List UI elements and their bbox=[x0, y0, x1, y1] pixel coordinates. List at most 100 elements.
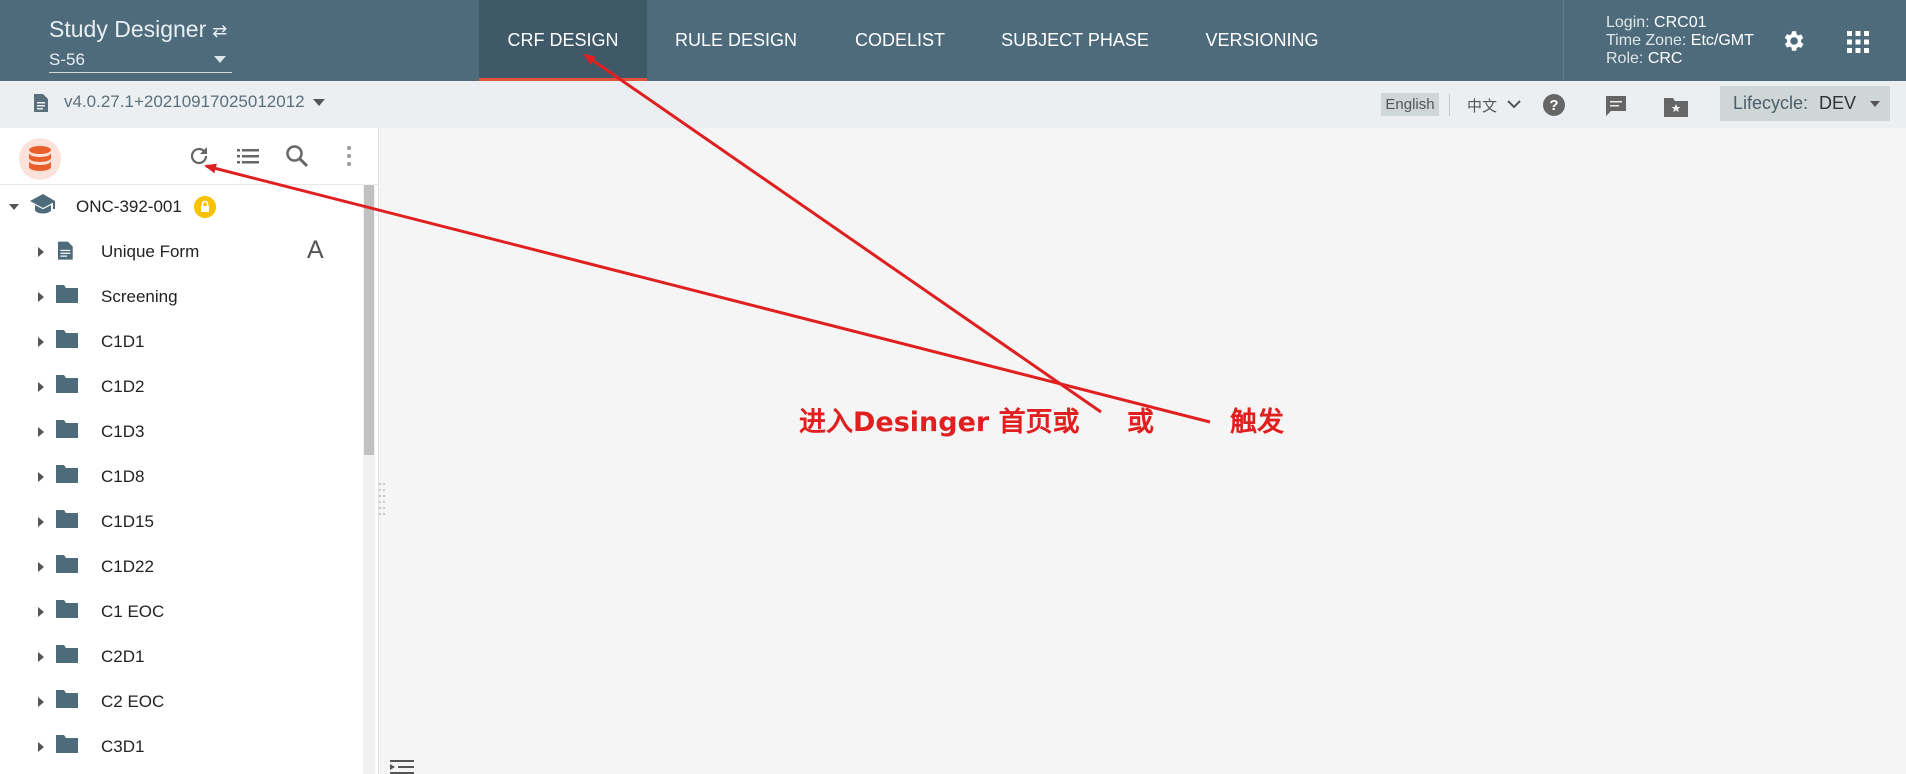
tree-item[interactable]: C1D2 bbox=[0, 365, 360, 410]
tree-item-label: C3D1 bbox=[101, 737, 145, 756]
caret-right-icon[interactable] bbox=[38, 427, 44, 437]
caret-right-icon[interactable] bbox=[38, 337, 44, 347]
form-icon bbox=[58, 241, 73, 260]
language-english-button[interactable]: English bbox=[1381, 93, 1439, 116]
caret-right-icon[interactable] bbox=[38, 742, 44, 752]
role-value: CRC bbox=[1647, 50, 1683, 67]
folder-icon bbox=[56, 330, 78, 348]
tab-crf-design[interactable]: CRF DESIGN bbox=[479, 0, 647, 81]
tree-item[interactable]: C2 EOC bbox=[0, 680, 360, 725]
app-title-text: Study Designer bbox=[49, 16, 207, 42]
folder-icon bbox=[56, 555, 78, 573]
tree-item-label: C1D22 bbox=[101, 557, 154, 576]
tab-codelist[interactable]: CODELIST bbox=[839, 0, 961, 81]
tab-versioning[interactable]: VERSIONING bbox=[1190, 0, 1334, 81]
timezone-value: Etc/GMT bbox=[1690, 32, 1754, 49]
folder-icon bbox=[56, 375, 78, 393]
caret-right-icon[interactable] bbox=[38, 517, 44, 527]
tree-item-label: C1D1 bbox=[101, 332, 145, 351]
language-chinese-button[interactable]: 中文 bbox=[1467, 95, 1497, 116]
tree-item-label: C1D15 bbox=[101, 512, 154, 531]
lock-icon bbox=[194, 196, 216, 218]
caret-right-icon[interactable] bbox=[38, 607, 44, 617]
caret-right-icon[interactable] bbox=[38, 247, 44, 257]
caret-right-icon[interactable] bbox=[38, 292, 44, 302]
chevron-down-icon[interactable] bbox=[313, 99, 325, 106]
tree-item[interactable]: C1 EOC bbox=[0, 590, 360, 635]
scrollbar-thumb[interactable] bbox=[364, 185, 374, 455]
tree-item[interactable]: C1D1 bbox=[0, 320, 360, 365]
folder-icon bbox=[56, 690, 78, 708]
tab-subject-phase[interactable]: SUBJECT PHASE bbox=[990, 0, 1160, 81]
database-button[interactable] bbox=[19, 138, 61, 180]
tree-item[interactable]: Unique Form A bbox=[0, 230, 360, 275]
form-badge: A bbox=[307, 236, 324, 264]
tree-item[interactable]: C1D15 bbox=[0, 500, 360, 545]
folder-star-icon[interactable] bbox=[1664, 95, 1688, 117]
swap-icon[interactable]: ⇄ bbox=[212, 21, 227, 41]
user-info: Login: CRC01 Time Zone: Etc/GMT Role: CR… bbox=[1606, 14, 1754, 68]
comment-icon[interactable] bbox=[1605, 95, 1627, 117]
tree-item-label: Screening bbox=[101, 287, 178, 306]
folder-icon bbox=[56, 510, 78, 528]
lifecycle-value: DEV bbox=[1819, 93, 1857, 113]
top-app-bar: Study Designer ⇄ S-56 CRF DESIGN RULE DES… bbox=[0, 0, 1906, 81]
svg-text:?: ? bbox=[1549, 97, 1558, 114]
tree-item[interactable]: Screening bbox=[0, 275, 360, 320]
tree-item-label: C2D1 bbox=[101, 647, 145, 666]
chevron-down-icon bbox=[214, 56, 226, 63]
tree-item-label: C1D3 bbox=[101, 422, 145, 441]
annotation-text-1: 进入Desinger 首页或 bbox=[799, 407, 1080, 438]
login-value: CRC01 bbox=[1654, 14, 1707, 31]
tree-item-label: Unique Form bbox=[101, 242, 200, 261]
more-vertical-icon[interactable] bbox=[337, 144, 361, 168]
panel-resize-handle[interactable] bbox=[378, 480, 386, 520]
lifecycle-label: Lifecycle: bbox=[1733, 93, 1809, 113]
tree-item-label: C1 EOC bbox=[101, 602, 165, 621]
chevron-down-icon bbox=[1870, 101, 1880, 107]
tree-item-label: C1D2 bbox=[101, 377, 145, 396]
lifecycle-select[interactable]: Lifecycle: DEV bbox=[1720, 86, 1890, 121]
tree-root-label: ONC-392-001 bbox=[76, 197, 182, 216]
study-icon bbox=[30, 194, 55, 214]
folder-icon bbox=[56, 645, 78, 663]
refresh-icon[interactable] bbox=[187, 144, 211, 168]
divider bbox=[1449, 94, 1450, 116]
caret-right-icon[interactable] bbox=[38, 697, 44, 707]
caret-down-icon[interactable] bbox=[9, 204, 19, 210]
tree-item[interactable]: C1D22 bbox=[0, 545, 360, 590]
list-icon[interactable] bbox=[236, 144, 260, 168]
study-select-value: S-56 bbox=[49, 50, 85, 69]
role-label: Role: bbox=[1606, 50, 1644, 67]
tree-item[interactable]: C3D1 bbox=[0, 725, 360, 770]
tree-item-label: C1D8 bbox=[101, 467, 145, 486]
tree-item-label: C2 EOC bbox=[101, 692, 165, 711]
caret-right-icon[interactable] bbox=[38, 382, 44, 392]
caret-right-icon[interactable] bbox=[38, 652, 44, 662]
tree-item[interactable]: C1D3 bbox=[0, 410, 360, 455]
tree-item[interactable]: C1D8 bbox=[0, 455, 360, 500]
divider bbox=[1563, 0, 1564, 81]
crf-tree-panel: ONC-392-001 Unique Form A Screening C1D1… bbox=[0, 128, 379, 774]
caret-right-icon[interactable] bbox=[38, 472, 44, 482]
caret-right-icon[interactable] bbox=[38, 562, 44, 572]
annotation-text-3: 触发 bbox=[1230, 407, 1284, 438]
app-title[interactable]: Study Designer ⇄ bbox=[49, 16, 227, 43]
gear-icon[interactable] bbox=[1780, 28, 1806, 54]
tree-root[interactable]: ONC-392-001 bbox=[0, 185, 360, 230]
tab-rule-design[interactable]: RULE DESIGN bbox=[660, 0, 812, 81]
version-select[interactable]: v4.0.27.1+20210917025012012 bbox=[64, 92, 308, 112]
folder-icon bbox=[56, 735, 78, 753]
study-select[interactable]: S-56 bbox=[49, 50, 232, 73]
folder-icon bbox=[56, 600, 78, 618]
help-icon[interactable]: ? bbox=[1543, 94, 1565, 116]
apps-grid-icon[interactable] bbox=[1847, 31, 1869, 53]
database-icon bbox=[29, 146, 51, 171]
folder-icon bbox=[56, 285, 78, 303]
search-icon[interactable] bbox=[285, 144, 309, 168]
folder-icon bbox=[56, 465, 78, 483]
chevron-down-icon[interactable] bbox=[1506, 96, 1522, 112]
collapse-panel-icon[interactable] bbox=[390, 760, 414, 774]
annotation-text-2: 或 bbox=[1127, 407, 1154, 438]
tree-item[interactable]: C2D1 bbox=[0, 635, 360, 680]
